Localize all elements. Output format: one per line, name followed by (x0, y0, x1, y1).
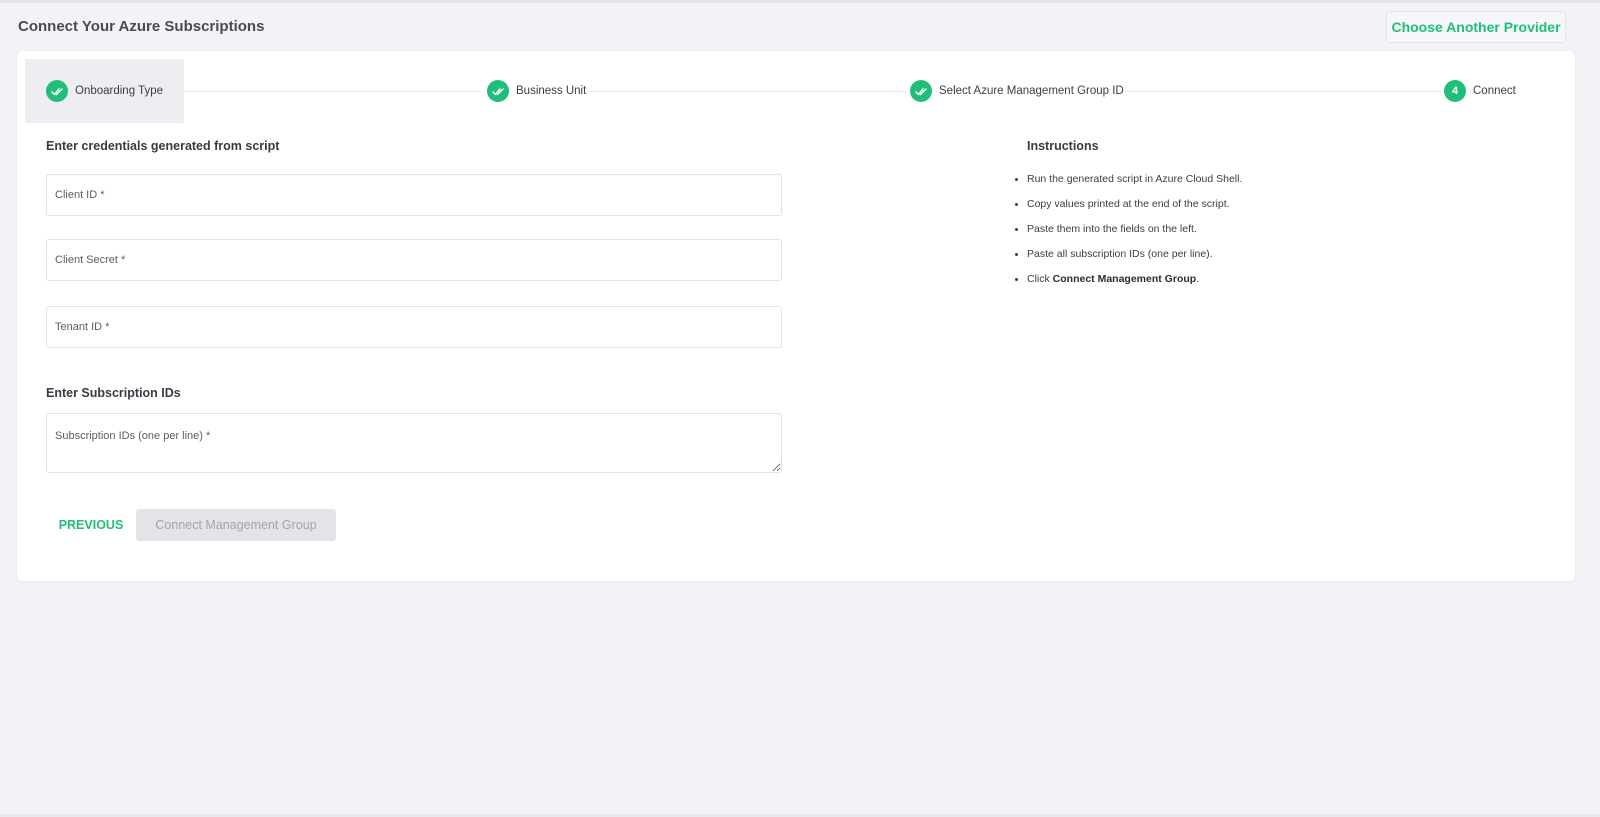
onboarding-card: Onboarding Type Business Unit Select Azu… (17, 51, 1575, 581)
tenant-id-input[interactable] (46, 306, 782, 348)
instruction-item: Click Connect Management Group. (1013, 272, 1242, 297)
instruction-emphasis: Connect Management Group (1052, 273, 1197, 285)
step-label: Onboarding Type (75, 85, 164, 97)
instruction-item: Run the generated script in Azure Cloud … (1013, 172, 1242, 197)
instructions-title: Instructions (1027, 139, 1099, 153)
double-check-icon (46, 80, 68, 102)
step-select-management-group[interactable]: Select Azure Management Group ID (910, 79, 1124, 103)
previous-button[interactable]: PREVIOUS (47, 509, 135, 541)
subscription-ids-heading: Enter Subscription IDs (46, 386, 181, 400)
instruction-suffix: . (1196, 273, 1200, 285)
step-label: Connect (1473, 85, 1516, 97)
step-connector (1123, 91, 1441, 92)
client-secret-input[interactable] (46, 239, 782, 281)
step-number: 4 (1444, 80, 1466, 102)
instruction-item: Paste all subscription IDs (one per line… (1013, 247, 1242, 272)
step-business-unit[interactable]: Business Unit (487, 79, 586, 103)
credentials-heading: Enter credentials generated from script (46, 139, 280, 153)
step-connector (589, 91, 907, 92)
double-check-icon (487, 80, 509, 102)
page-title: Connect Your Azure Subscriptions (18, 18, 265, 35)
instruction-item: Paste them into the fields on the left. (1013, 222, 1242, 247)
step-onboarding-type[interactable]: Onboarding Type (46, 79, 163, 103)
instruction-item: Copy values printed at the end of the sc… (1013, 197, 1242, 222)
subscription-ids-textarea[interactable] (46, 413, 782, 473)
step-label: Business Unit (516, 85, 587, 97)
instruction-prefix: Click (1027, 273, 1053, 285)
step-connector (182, 91, 482, 92)
client-id-input[interactable] (46, 174, 782, 216)
step-connect[interactable]: 4 Connect (1444, 79, 1516, 103)
choose-another-provider-button[interactable]: Choose Another Provider (1386, 11, 1566, 43)
connect-management-group-button[interactable]: Connect Management Group (136, 509, 336, 541)
step-label: Select Azure Management Group ID (939, 85, 1124, 97)
top-border (0, 0, 1600, 3)
stepper: Onboarding Type Business Unit Select Azu… (17, 51, 1575, 131)
instructions-list: Run the generated script in Azure Cloud … (1013, 172, 1242, 297)
double-check-icon (910, 80, 932, 102)
